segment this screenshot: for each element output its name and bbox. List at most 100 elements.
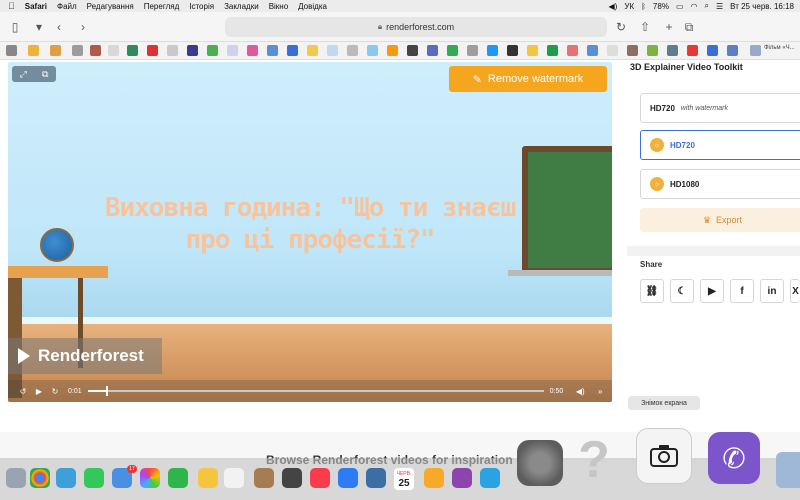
facetime-icon[interactable] xyxy=(168,468,188,488)
option-hd1080[interactable]: ☼ HD1080 xyxy=(640,169,800,199)
terminal-icon[interactable] xyxy=(282,468,302,488)
music-icon[interactable] xyxy=(310,468,330,488)
fav-bookmark-icon[interactable] xyxy=(707,45,718,56)
menu-app-name[interactable]: Safari xyxy=(25,2,47,11)
pip-icon[interactable]: ⧉ xyxy=(42,69,48,80)
screenshot-app-icon[interactable] xyxy=(636,428,692,484)
fav-bookmark-icon[interactable] xyxy=(587,45,598,56)
fav-bookmark-icon[interactable] xyxy=(627,45,638,56)
fav-sidebar-icon[interactable] xyxy=(6,45,17,56)
contacts-icon[interactable] xyxy=(254,468,274,488)
battery-icon[interactable]: ▭ xyxy=(676,2,684,11)
fav-bookmark-icon[interactable] xyxy=(567,45,578,56)
fav-bookmark-icon[interactable] xyxy=(527,45,538,56)
fav-bookmark-icon[interactable] xyxy=(487,45,498,56)
menu-help[interactable]: Довідка xyxy=(298,2,327,11)
reload-icon[interactable]: ↻ xyxy=(612,18,630,36)
fav-bookmark-icon[interactable] xyxy=(427,45,438,56)
share-facebook-icon[interactable]: f xyxy=(730,279,754,303)
volume-icon[interactable]: ◀) xyxy=(573,387,587,396)
notes-icon[interactable] xyxy=(198,468,218,488)
menu-view[interactable]: Перегляд xyxy=(144,2,180,11)
system-settings-icon[interactable] xyxy=(517,440,563,486)
help-icon[interactable]: ? xyxy=(574,431,614,489)
fav-bookmark-icon[interactable] xyxy=(50,45,61,56)
messages-icon[interactable] xyxy=(84,468,104,488)
fav-film-label[interactable]: Фільм «Ч... xyxy=(764,45,795,51)
share-x-icon[interactable]: X xyxy=(790,279,800,303)
chrome-icon[interactable] xyxy=(30,468,50,488)
fav-bookmark-icon[interactable] xyxy=(247,45,258,56)
new-tab-icon[interactable]: + xyxy=(660,18,678,36)
expand-controls[interactable]: ⤢ ⧉ xyxy=(12,66,56,82)
control-center-icon[interactable]: ☰ xyxy=(716,2,723,11)
fav-bookmark-icon[interactable] xyxy=(327,45,338,56)
option-hd720[interactable]: ☼ HD720 xyxy=(640,130,800,160)
fullscreen-icon[interactable]: ⤢ xyxy=(20,69,27,80)
share-link-icon[interactable]: ⛓ xyxy=(640,279,664,303)
back-icon[interactable]: ‹ xyxy=(50,18,68,36)
fav-bookmark-icon[interactable] xyxy=(407,45,418,56)
fav-bookmark-icon[interactable] xyxy=(647,45,658,56)
fav-bookmark-icon[interactable] xyxy=(507,45,518,56)
fav-bookmark-icon[interactable] xyxy=(147,45,158,56)
fav-bookmark-icon[interactable] xyxy=(127,45,138,56)
fav-youtube-icon[interactable] xyxy=(687,45,698,56)
podcasts-icon[interactable] xyxy=(452,468,472,488)
keyboard-layout[interactable]: УК xyxy=(624,2,634,11)
fav-bookmark-icon[interactable] xyxy=(267,45,278,56)
search-icon[interactable]: ⌕ xyxy=(704,1,708,11)
fav-bookmark-icon[interactable] xyxy=(187,45,198,56)
sidebar-toggle-icon[interactable]: ▯ xyxy=(6,18,24,36)
fav-bookmark-icon[interactable] xyxy=(207,45,218,56)
share-linkedin-icon[interactable]: in xyxy=(760,279,784,303)
remove-watermark-button[interactable]: ✎ Remove watermark xyxy=(449,66,607,92)
fav-bookmark-icon[interactable] xyxy=(347,45,358,56)
fav-bookmark-icon[interactable] xyxy=(750,45,761,56)
fav-bookmark-icon[interactable] xyxy=(108,45,119,56)
bluetooth-icon[interactable]: ᛒ xyxy=(641,2,646,11)
viber-icon[interactable]: ✆ xyxy=(708,432,760,484)
fav-bookmark-icon[interactable] xyxy=(90,45,101,56)
tab-overview-icon[interactable]: ▾ xyxy=(30,18,48,36)
menu-history[interactable]: Історія xyxy=(189,2,214,11)
fav-bookmark-icon[interactable] xyxy=(367,45,378,56)
play-icon[interactable]: ▶ xyxy=(32,387,46,396)
tabs-icon[interactable]: ⧉ xyxy=(680,18,698,36)
settings-chevron-icon[interactable]: » xyxy=(593,387,607,396)
fav-bookmark-icon[interactable] xyxy=(727,45,738,56)
share-youtube-icon[interactable]: ▶ xyxy=(700,279,724,303)
forward-icon[interactable]: › xyxy=(74,18,92,36)
share-icon[interactable]: ⇧ xyxy=(636,18,654,36)
keynote-icon[interactable] xyxy=(366,468,386,488)
fav-bookmark-icon[interactable] xyxy=(167,45,178,56)
menu-file[interactable]: Файл xyxy=(57,2,77,11)
progress-bar[interactable] xyxy=(87,386,544,396)
fav-bookmark-icon[interactable] xyxy=(227,45,238,56)
apple-icon[interactable]:  xyxy=(8,1,15,11)
photos-icon[interactable] xyxy=(140,468,160,488)
fav-bookmark-icon[interactable] xyxy=(287,45,298,56)
fav-bookmark-icon[interactable] xyxy=(607,45,618,56)
calendar-icon[interactable]: ЧЕРВ. 25 xyxy=(394,468,414,490)
reminders-icon[interactable] xyxy=(224,468,244,488)
finder-icon[interactable] xyxy=(6,468,26,488)
preview-icon[interactable] xyxy=(776,452,800,488)
volume-icon[interactable]: ◀) xyxy=(609,2,618,11)
progress-knob[interactable] xyxy=(105,386,108,396)
fav-bookmark-icon[interactable] xyxy=(387,45,398,56)
fav-bookmark-icon[interactable] xyxy=(667,45,678,56)
fav-folder-icon[interactable] xyxy=(28,45,39,56)
menu-bookmarks[interactable]: Закладки xyxy=(224,2,259,11)
fav-bookmark-icon[interactable] xyxy=(72,45,83,56)
menu-edit[interactable]: Редагування xyxy=(87,2,134,11)
pages-icon[interactable] xyxy=(424,468,444,488)
maps-icon[interactable] xyxy=(56,468,76,488)
appstore-icon[interactable] xyxy=(338,468,358,488)
wifi-icon[interactable]: ◠ xyxy=(691,2,698,11)
rewind-icon[interactable]: ↺ xyxy=(16,387,30,396)
forward-icon[interactable]: ↻ xyxy=(48,387,62,396)
video-player[interactable]: Виховна година: "Що ти знаєш про ці проф… xyxy=(8,62,612,402)
menu-window[interactable]: Вікно xyxy=(269,2,288,11)
fav-bookmark-icon[interactable] xyxy=(447,45,458,56)
